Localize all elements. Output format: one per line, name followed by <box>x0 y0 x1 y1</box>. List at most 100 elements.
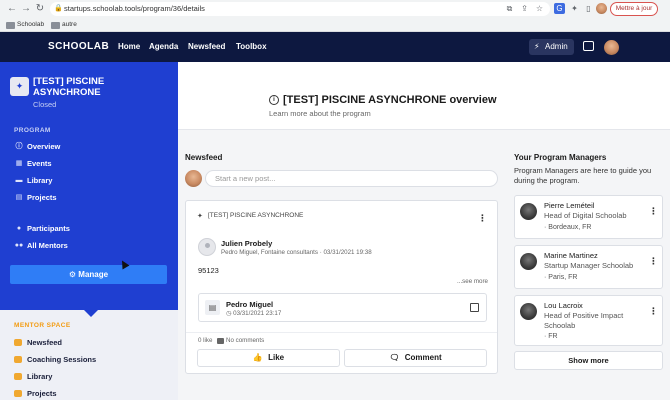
mentor-space: MENTOR SPACE Newsfeed Coaching Sessions … <box>0 310 178 400</box>
feed-post-card: ✦ [TEST] PISCINE ASYNCHRONE ⋮ Julien Pro… <box>185 200 498 374</box>
program-icon: ✦ <box>197 213 203 220</box>
address-row: ← → ↻ 🔒 startups.schoolab.tools/program/… <box>0 0 670 18</box>
info-icon: ⓘ <box>15 143 23 150</box>
folder-icon <box>14 373 22 380</box>
manager-name: Marine Martinez <box>544 251 598 260</box>
main-content: i [TEST] PISCINE ASYNCHRONE overview Lea… <box>178 62 670 400</box>
manager-role: Startup Manager Schoolab <box>544 261 634 270</box>
manager-role: Head of Positive Impact Schoolab <box>544 311 624 330</box>
post-attachment[interactable]: ▤ Pedro Miguel ◷ 03/31/2021 23:17 <box>198 293 487 322</box>
calendar-icon: ▦ <box>15 160 23 167</box>
file-icon <box>14 390 22 397</box>
admin-button[interactable]: ⚡ Admin <box>529 39 574 55</box>
share-icon[interactable]: ⇪ <box>519 3 530 14</box>
nav-newsfeed[interactable]: Newsfeed <box>188 32 225 62</box>
puzzle-icon[interactable]: ✦ <box>569 3 580 14</box>
comment-icon <box>217 338 224 344</box>
program-header: ✦ [TEST] PISCINE ASYNCHRONE Closed <box>0 62 178 122</box>
manager-avatar <box>520 303 537 320</box>
program-status: Closed <box>33 100 57 109</box>
sidebar-item-projects[interactable]: ▤ Projects <box>14 191 57 204</box>
page-title: i [TEST] PISCINE ASYNCHRONE overview <box>269 94 497 106</box>
comment-button[interactable]: 🗨 Comment <box>344 349 487 367</box>
post-menu-icon[interactable]: ⋮ <box>478 214 487 223</box>
manager-role: Head of Digital Schoolab <box>544 211 627 220</box>
app-header: SCHOOLAB Home Agenda Newsfeed Toolbox ⚡ … <box>0 32 670 62</box>
post-meta: Pedro Miguel, Fontaine consultants · 03/… <box>221 249 372 256</box>
sidebar-notch <box>84 310 98 317</box>
manager-menu-icon[interactable]: ⋮ <box>649 207 658 216</box>
manage-button[interactable]: ⚙ Manage <box>10 265 167 284</box>
section-program-label: PROGRAM <box>14 127 51 134</box>
translate-icon[interactable]: ⧉ <box>504 3 515 14</box>
mentor-item-library[interactable]: Library <box>14 370 52 383</box>
lock-icon: 🔒 <box>54 5 63 12</box>
thumbs-up-icon: 👍 <box>252 353 263 362</box>
manager-location: · Bordeaux, FR <box>544 224 592 231</box>
managers-description: Program Managers are here to guide you d… <box>514 166 652 185</box>
nav-agenda[interactable]: Agenda <box>149 32 178 62</box>
post-body: 95123 <box>198 266 219 275</box>
show-more-button[interactable]: Show more <box>514 351 663 370</box>
mentor-item-newsfeed[interactable]: Newsfeed <box>14 336 62 349</box>
schoolab-logo[interactable]: SCHOOLAB <box>48 32 109 62</box>
sidebar-item-overview[interactable]: ⓘ Overview <box>14 140 61 153</box>
like-button[interactable]: 👍 Like <box>197 349 340 367</box>
bookmark-autre[interactable]: autre <box>51 19 77 31</box>
divider <box>186 332 497 333</box>
sidebar-item-events[interactable]: ▦ Events <box>14 157 52 170</box>
comment-count: No comments <box>217 337 264 344</box>
manager-menu-icon[interactable]: ⋮ <box>649 307 658 316</box>
bookmark-schoolab[interactable]: Schoolab <box>6 19 44 31</box>
bookmarks-bar: Schoolab autre <box>0 18 670 32</box>
profile-avatar[interactable] <box>596 3 607 14</box>
manager-avatar <box>520 253 537 270</box>
manager-menu-icon[interactable]: ⋮ <box>649 257 658 266</box>
address-bar[interactable]: 🔒 startups.schoolab.tools/program/36/det… <box>50 2 550 16</box>
mentor-item-projects[interactable]: Projects <box>14 387 57 400</box>
program-icon: ✦ <box>10 77 29 96</box>
sidebar-item-library[interactable]: ▬ Library <box>14 174 53 187</box>
address-text: startups.schoolab.tools/program/36/detai… <box>64 4 205 13</box>
sidebar-toggle-icon[interactable]: ▯ <box>583 3 594 14</box>
external-link-icon[interactable] <box>470 303 479 312</box>
sidebar-item-all-mentors[interactable]: ●● All Mentors <box>14 239 68 252</box>
manager-card[interactable]: Marine Martinez Startup Manager Schoolab… <box>514 245 663 289</box>
bolt-icon: ⚡ <box>534 42 540 51</box>
back-icon[interactable]: ← <box>6 3 18 15</box>
reload-icon[interactable]: ↻ <box>34 3 46 15</box>
update-button[interactable]: Mettre à jour <box>610 2 658 16</box>
folder-icon <box>51 22 60 29</box>
user-avatar[interactable] <box>604 40 619 55</box>
author-avatar <box>198 238 216 256</box>
forward-icon[interactable]: → <box>20 3 32 15</box>
people-icon: ●● <box>14 242 24 249</box>
sidebar-item-participants[interactable]: ● Participants <box>14 222 70 235</box>
manager-card[interactable]: Lou Lacroix Head of Positive Impact Scho… <box>514 295 663 346</box>
current-user-avatar <box>185 170 202 187</box>
new-post-input[interactable]: Start a new post... <box>205 170 498 187</box>
file-icon: ▤ <box>15 194 23 201</box>
author-name[interactable]: Julien Probely <box>221 239 272 248</box>
nav-toolbox[interactable]: Toolbox <box>236 32 267 62</box>
sidebar: ✦ [TEST] PISCINE ASYNCHRONE Closed PROGR… <box>0 62 178 400</box>
manager-card[interactable]: Pierre Leméteil Head of Digital Schoolab… <box>514 195 663 239</box>
nav-home[interactable]: Home <box>118 32 140 62</box>
comment-icon: 🗨 <box>389 353 400 362</box>
mentor-item-coaching-sessions[interactable]: Coaching Sessions <box>14 353 96 366</box>
folder-icon <box>6 22 15 29</box>
chat-icon[interactable] <box>583 41 594 51</box>
newsfeed-icon <box>14 339 22 346</box>
manager-name: Lou Lacroix <box>544 301 583 310</box>
manager-location: · Paris, FR <box>544 274 578 281</box>
gear-icon: ⚙ <box>68 270 77 279</box>
manager-avatar <box>520 203 537 220</box>
newsfeed-heading: Newsfeed <box>185 153 223 162</box>
managers-heading: Your Program Managers <box>514 153 607 162</box>
see-more-link[interactable]: ...see more <box>457 278 488 285</box>
info-icon: i <box>269 95 279 105</box>
star-icon[interactable]: ☆ <box>534 3 545 14</box>
extension-icon[interactable]: G <box>554 3 565 14</box>
folder-icon: ▬ <box>15 177 23 184</box>
attachment-name: Pedro Miguel <box>226 300 274 309</box>
